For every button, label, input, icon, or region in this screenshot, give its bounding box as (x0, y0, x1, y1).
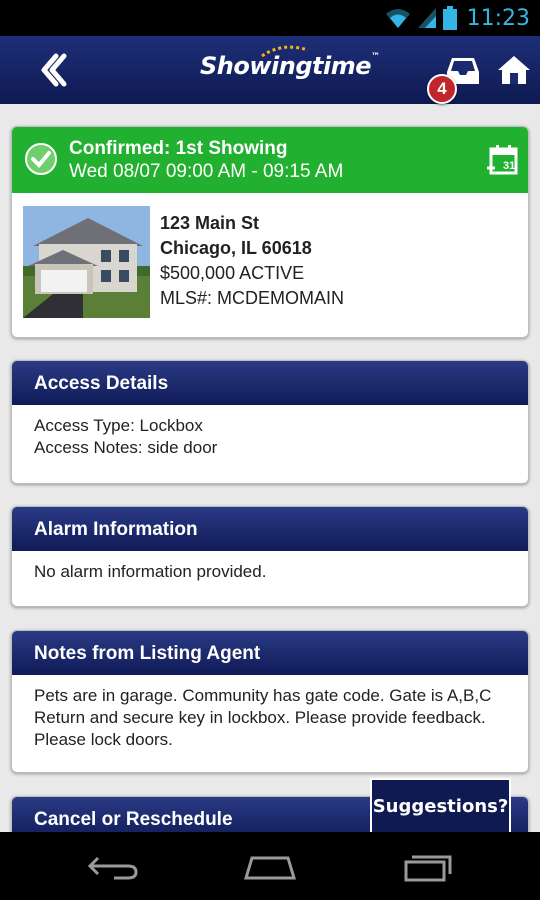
add-to-calendar-icon[interactable]: 31 (486, 144, 518, 176)
address-line2: Chicago, IL 60618 (160, 238, 312, 258)
svg-text:31: 31 (503, 160, 515, 172)
price-status: $500,000 ACTIVE (160, 263, 305, 283)
battery-icon (442, 6, 457, 30)
access-type-label: Access Type: (34, 416, 135, 435)
access-notes-label: Access Notes: (34, 438, 143, 457)
listing-agent-notes-text: Pets are in garage. Community has gate c… (34, 686, 492, 749)
access-details-body: Access Type: Lockbox Access Notes: side … (12, 405, 528, 469)
check-circle-icon (25, 143, 57, 175)
back-chevron-icon[interactable] (34, 50, 70, 90)
access-notes-value: side door (147, 438, 218, 457)
listing-agent-notes-card: Notes from Listing Agent Pets are in gar… (11, 630, 529, 773)
recent-apps-icon[interactable] (398, 852, 458, 882)
access-details-card: Access Details Access Type: Lockbox Acce… (11, 360, 529, 484)
showing-status: Confirmed: 1st Showing (69, 138, 288, 159)
showing-card[interactable]: Confirmed: 1st Showing Wed 08/07 09:00 A… (11, 126, 529, 338)
inbox-badge: 4 (427, 74, 457, 104)
app-header: Showingtime™ (0, 36, 540, 104)
wifi-icon (385, 9, 410, 28)
home-outline-icon[interactable] (240, 852, 300, 882)
access-type-value: Lockbox (139, 416, 203, 435)
status-bar: 11:23 (0, 0, 540, 36)
showing-status-banner: Confirmed: 1st Showing Wed 08/07 09:00 A… (12, 127, 528, 193)
mls-number: MLS#: MCDEMOMAIN (160, 288, 345, 308)
access-details-title: Access Details (12, 361, 528, 405)
signal-icon (417, 8, 436, 28)
property-info: 123 Main St Chicago, IL 60618 $500,000 A… (160, 211, 360, 311)
system-nav-bar (0, 832, 540, 900)
showingtime-logo: Showingtime™ (200, 45, 380, 92)
suggestions-button[interactable]: Suggestions? (370, 778, 511, 838)
listing-agent-notes-title: Notes from Listing Agent (12, 631, 528, 675)
back-icon[interactable] (84, 852, 144, 882)
showing-datetime: Wed 08/07 09:00 AM - 09:15 AM (69, 161, 344, 182)
alarm-info-card: Alarm Information No alarm information p… (11, 506, 529, 607)
status-time: 11:23 (466, 5, 530, 31)
property-photo (23, 206, 150, 318)
alarm-info-title: Alarm Information (12, 507, 528, 551)
home-icon[interactable] (497, 54, 531, 86)
address-line1: 123 Main St (160, 213, 260, 233)
logo-swoosh-icon (261, 45, 309, 58)
alarm-info-text: No alarm information provided. (34, 562, 267, 581)
